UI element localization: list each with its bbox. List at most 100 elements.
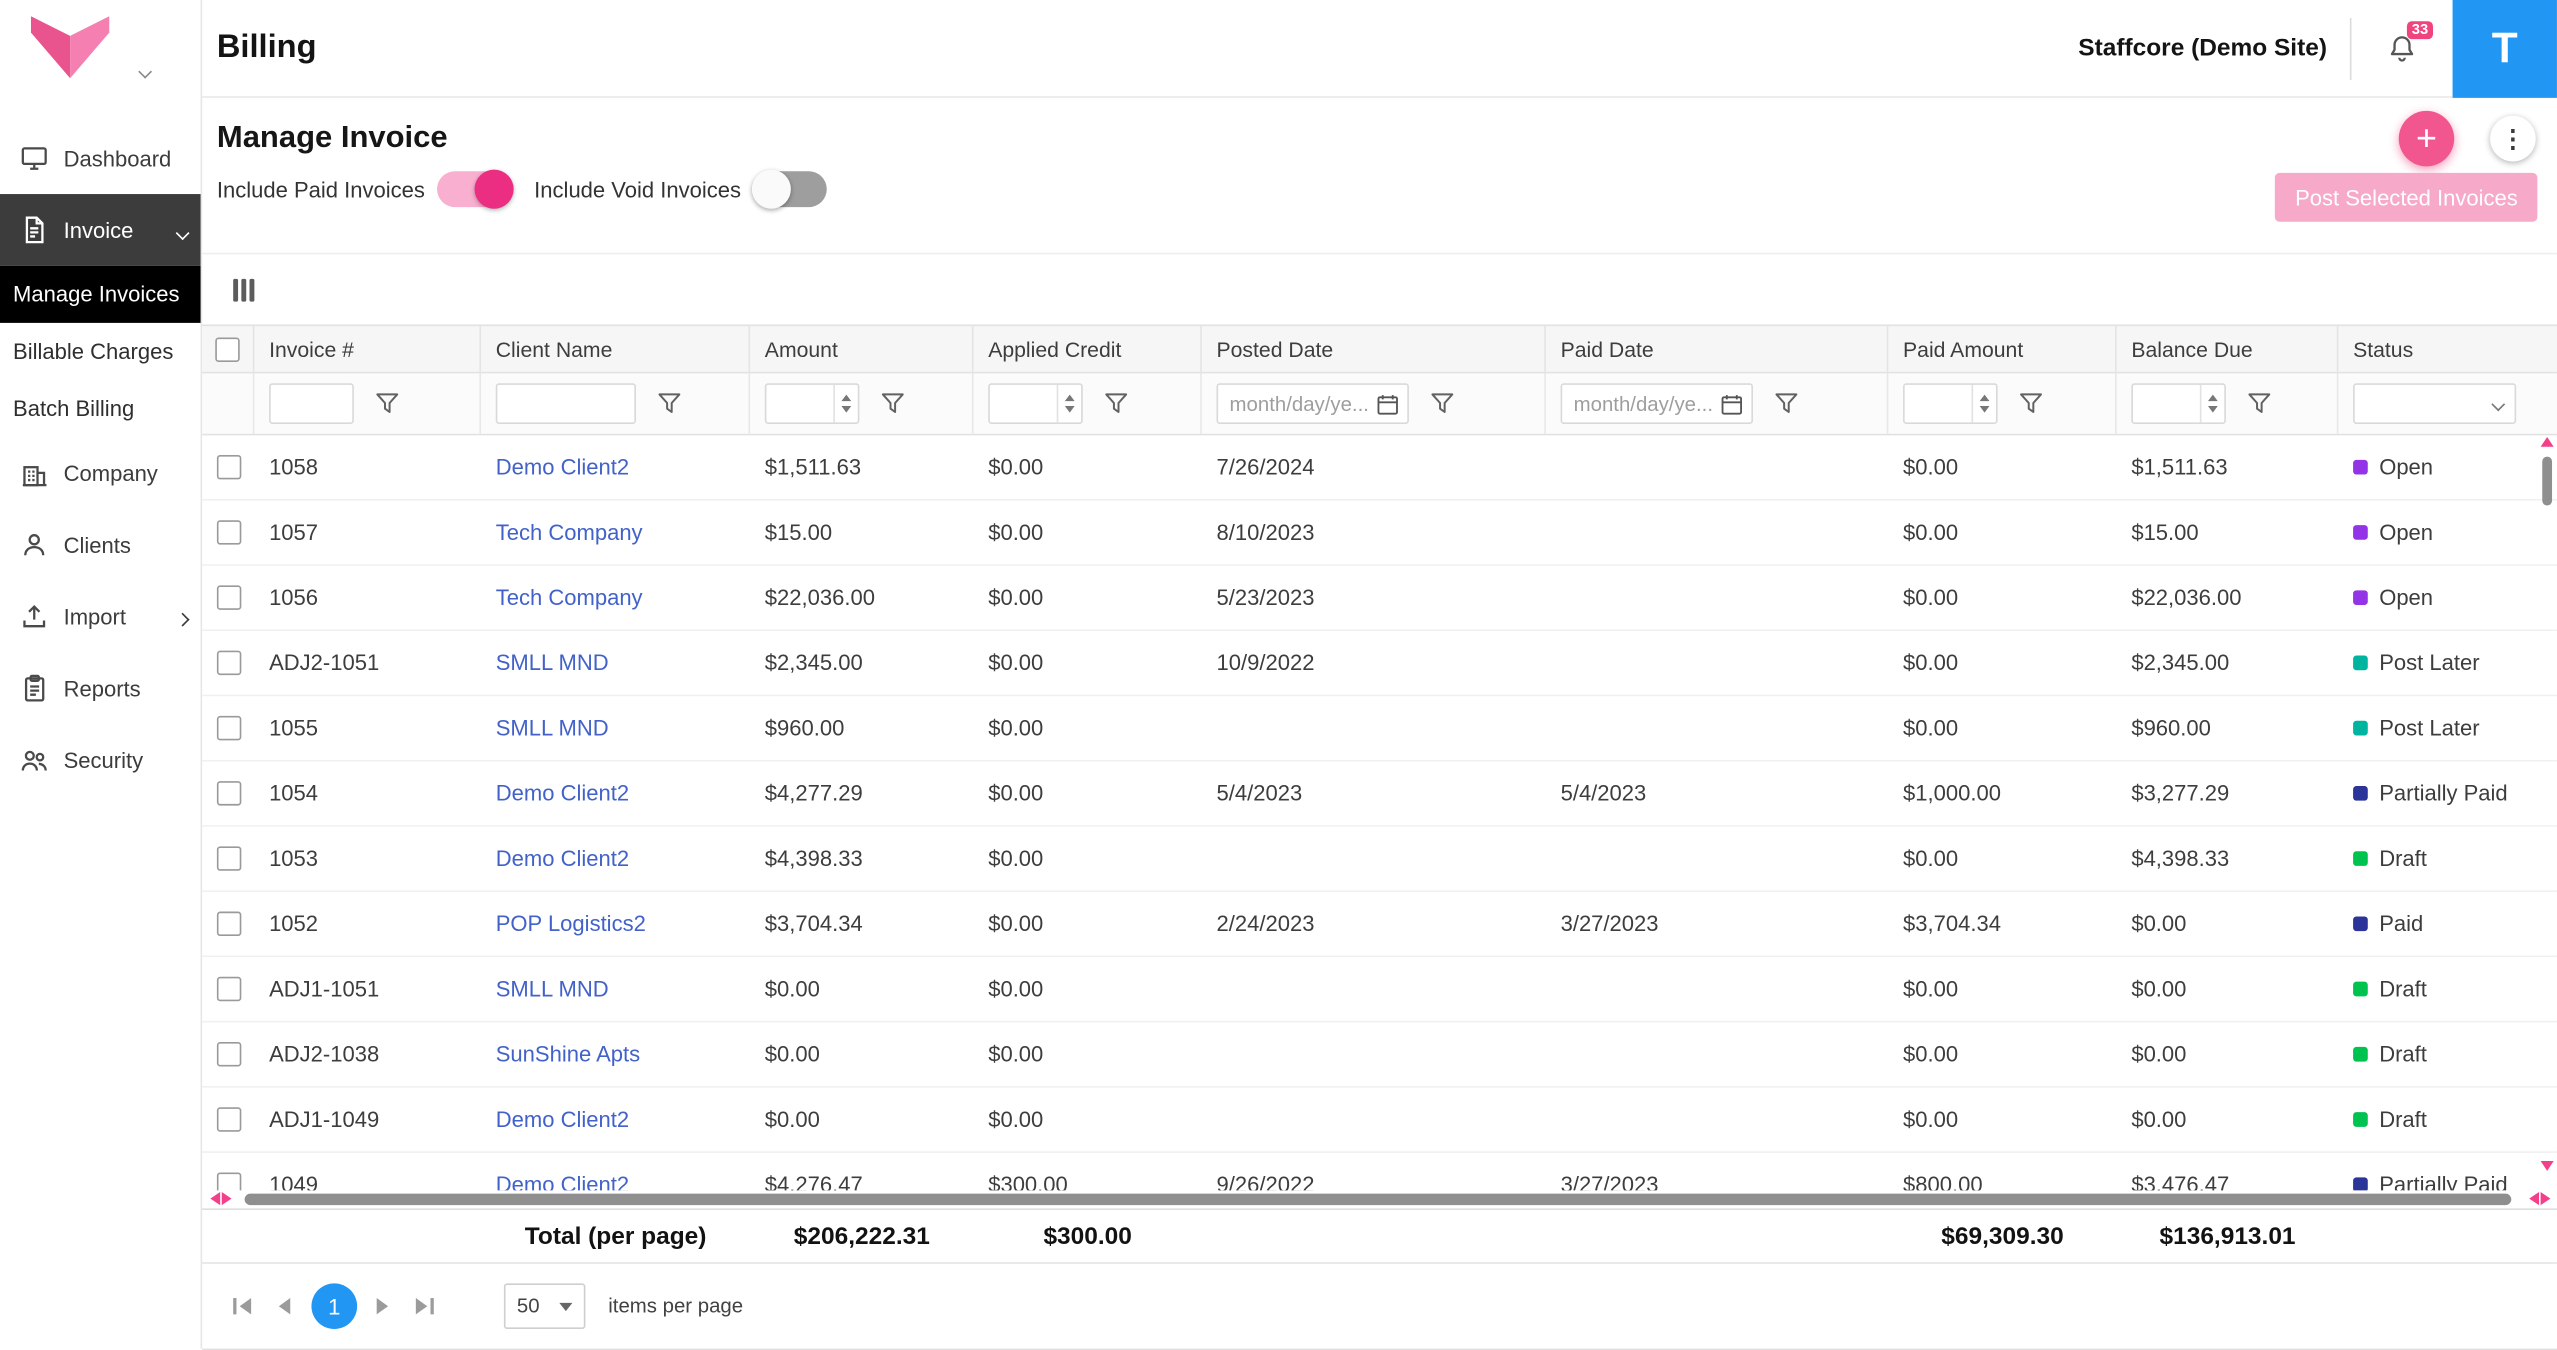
row-checkbox[interactable] — [216, 716, 240, 740]
row-checkbox[interactable] — [216, 1107, 240, 1131]
row-checkbox[interactable] — [216, 455, 240, 479]
row-checkbox[interactable] — [216, 1172, 240, 1190]
posted-date-filter[interactable] — [1217, 383, 1409, 424]
client-link[interactable]: Demo Client2 — [496, 1172, 629, 1190]
spinner-icon[interactable] — [1972, 385, 1996, 423]
calendar-icon[interactable] — [1376, 392, 1399, 415]
column-header-paid-amount[interactable]: Paid Amount — [1888, 326, 2116, 372]
pager-prev-button[interactable] — [279, 1298, 290, 1314]
column-header-paid-date[interactable]: Paid Date — [1546, 326, 1888, 372]
horizontal-scrollbar[interactable] — [202, 1190, 2557, 1208]
column-header-client-name[interactable]: Client Name — [481, 326, 750, 372]
row-checkbox-cell — [202, 1153, 254, 1191]
filter-funnel-button[interactable] — [2019, 391, 2043, 415]
sidebar-item-clients[interactable]: Clients — [0, 509, 201, 581]
paid-date-filter[interactable] — [1561, 383, 1753, 424]
sidebar-item-invoice[interactable]: Invoice — [0, 194, 201, 266]
paid-amount-filter-input[interactable] — [1903, 383, 1998, 424]
status-dot — [2353, 656, 2368, 671]
client-link[interactable]: Tech Company — [496, 585, 643, 609]
invoice-filter-input[interactable] — [269, 383, 354, 424]
client-link[interactable]: SunShine Apts — [496, 1042, 640, 1066]
client-name-filter-input[interactable] — [496, 383, 636, 424]
column-header-status[interactable]: Status — [2338, 326, 2557, 372]
numeric-input[interactable] — [990, 385, 1057, 423]
vertical-scrollbar-thumb[interactable] — [2542, 457, 2552, 506]
posted-date-cell — [1202, 1022, 1546, 1086]
sidebar-item-batch-billing[interactable]: Batch Billing — [0, 380, 201, 437]
client-link[interactable]: SMLL MND — [496, 716, 609, 740]
row-checkbox[interactable] — [216, 1042, 240, 1066]
row-checkbox[interactable] — [216, 781, 240, 805]
filter-funnel-button[interactable] — [375, 391, 399, 415]
user-avatar[interactable]: T — [2453, 0, 2557, 97]
client-link[interactable]: SMLL MND — [496, 651, 609, 675]
client-link[interactable]: Demo Client2 — [496, 846, 629, 870]
sidebar-item-company[interactable]: Company — [0, 437, 201, 509]
paid-date-filter-input[interactable] — [1570, 391, 1717, 417]
filter-funnel-button[interactable] — [657, 391, 681, 415]
spinner-icon[interactable] — [1057, 385, 1081, 423]
app-logo-icon[interactable] — [26, 13, 114, 81]
filter-funnel-button[interactable] — [1430, 391, 1454, 415]
horizontal-scrollbar-thumb[interactable] — [245, 1194, 2512, 1205]
row-checkbox[interactable] — [216, 846, 240, 870]
row-checkbox[interactable] — [216, 651, 240, 675]
filter-funnel-button[interactable] — [2247, 391, 2271, 415]
status-label: Draft — [2379, 1042, 2427, 1066]
pager-first-button[interactable] — [233, 1298, 251, 1314]
column-header-invoice[interactable]: Invoice # — [254, 326, 481, 372]
sidebar-item-billable-charges[interactable]: Billable Charges — [0, 323, 201, 380]
column-header-amount[interactable]: Amount — [750, 326, 973, 372]
include-paid-toggle[interactable] — [436, 171, 511, 207]
page-size-select[interactable]: 50 — [504, 1283, 586, 1329]
invoice-number-cell: ADJ2-1051 — [254, 631, 481, 695]
sidebar-item-security[interactable]: Security — [0, 724, 201, 796]
pager-last-button[interactable] — [416, 1298, 434, 1314]
numeric-input[interactable] — [766, 385, 833, 423]
notifications-button[interactable]: 33 — [2351, 32, 2452, 65]
column-chooser-button[interactable] — [233, 278, 254, 301]
filter-funnel-button[interactable] — [1774, 391, 1798, 415]
status-filter-select[interactable] — [2353, 383, 2516, 424]
sidebar-item-manage-invoices[interactable]: Manage Invoices — [0, 266, 201, 323]
column-header-posted-date[interactable]: Posted Date — [1202, 326, 1546, 372]
row-checkbox[interactable] — [216, 520, 240, 544]
sidebar-item-import[interactable]: Import — [0, 581, 201, 653]
balance-due-filter-input[interactable] — [2131, 383, 2226, 424]
client-link[interactable]: SMLL MND — [496, 977, 609, 1001]
pager-current-page[interactable]: 1 — [311, 1283, 357, 1329]
row-checkbox[interactable] — [216, 977, 240, 1001]
invoice-number-cell: ADJ2-1038 — [254, 1022, 481, 1086]
client-link[interactable]: Tech Company — [496, 520, 643, 544]
select-all-checkbox[interactable] — [215, 337, 239, 361]
add-invoice-button[interactable]: + — [2399, 111, 2454, 166]
column-header-applied-credit[interactable]: Applied Credit — [974, 326, 1202, 372]
column-header-balance-due[interactable]: Balance Due — [2117, 326, 2339, 372]
numeric-input[interactable] — [1905, 385, 1972, 423]
client-link[interactable]: Demo Client2 — [496, 455, 629, 479]
amount-filter-input[interactable] — [765, 383, 860, 424]
filter-funnel-button[interactable] — [1104, 391, 1128, 415]
sidebar-item-dashboard[interactable]: Dashboard — [0, 122, 201, 194]
calendar-icon[interactable] — [1720, 392, 1743, 415]
posted-date-filter-input[interactable] — [1226, 391, 1373, 417]
spinner-icon[interactable] — [2200, 385, 2224, 423]
post-selected-invoices-button[interactable]: Post Selected Invoices — [2276, 173, 2538, 222]
client-link[interactable]: Demo Client2 — [496, 1107, 629, 1131]
filter-funnel-button[interactable] — [881, 391, 905, 415]
spinner-icon[interactable] — [833, 385, 857, 423]
pager-next-button[interactable] — [377, 1298, 388, 1314]
more-options-button[interactable]: ⋮ — [2490, 116, 2536, 162]
applied-credit-filter-input[interactable] — [988, 383, 1083, 424]
client-link[interactable]: POP Logistics2 — [496, 912, 646, 936]
paid-date-cell: 5/4/2023 — [1546, 762, 1888, 826]
include-void-toggle[interactable] — [752, 171, 827, 207]
table-row: ADJ2-1051SMLL MND$2,345.00$0.0010/9/2022… — [202, 631, 2557, 696]
client-link[interactable]: Demo Client2 — [496, 781, 629, 805]
sidebar-item-reports[interactable]: Reports — [0, 652, 201, 724]
row-checkbox[interactable] — [216, 912, 240, 936]
logo-chevron-down-icon[interactable] — [140, 55, 150, 84]
row-checkbox[interactable] — [216, 585, 240, 609]
numeric-input[interactable] — [2133, 385, 2200, 423]
